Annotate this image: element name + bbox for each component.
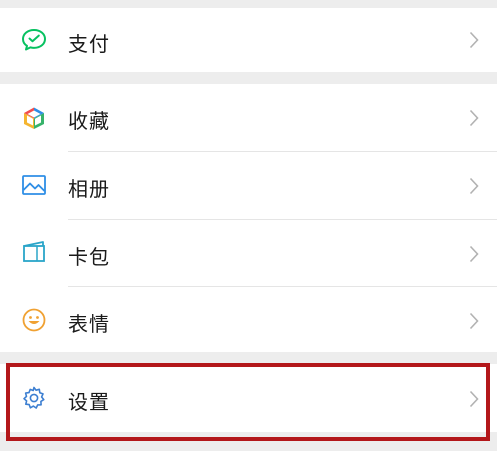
chevron-right-icon xyxy=(467,29,481,51)
chevron-right-icon xyxy=(467,243,481,265)
menu-item-stickers[interactable]: 表情 xyxy=(0,287,497,352)
menu-item-pay-label: 支付 xyxy=(68,32,110,56)
chevron-right-icon xyxy=(467,388,481,410)
menu-item-settings[interactable]: 设置 xyxy=(0,364,497,432)
chevron-right-icon xyxy=(467,107,481,129)
card-wallet-icon xyxy=(20,238,48,266)
main-group: 收藏 相册 卡包 表情 xyxy=(0,84,497,352)
menu-item-settings-label: 设置 xyxy=(68,390,110,414)
menu-item-pay[interactable]: 支付 xyxy=(0,8,497,72)
menu-item-stickers-label: 表情 xyxy=(68,312,110,336)
settings-group: 设置 xyxy=(0,364,497,432)
pay-group: 支付 xyxy=(0,8,497,72)
menu-item-album[interactable]: 相册 xyxy=(0,152,497,219)
menu-item-favorites-label: 收藏 xyxy=(68,109,110,133)
menu-item-cards[interactable]: 卡包 xyxy=(0,220,497,286)
chevron-right-icon xyxy=(467,175,481,197)
wechat-pay-icon xyxy=(20,26,48,54)
photo-icon xyxy=(20,171,48,199)
cube-icon xyxy=(20,104,48,132)
chevron-right-icon xyxy=(467,310,481,332)
gear-icon xyxy=(20,384,48,412)
menu-item-album-label: 相册 xyxy=(68,177,110,201)
menu-item-cards-label: 卡包 xyxy=(68,245,110,269)
smiley-icon xyxy=(20,306,48,334)
menu-item-favorites[interactable]: 收藏 xyxy=(0,84,497,151)
